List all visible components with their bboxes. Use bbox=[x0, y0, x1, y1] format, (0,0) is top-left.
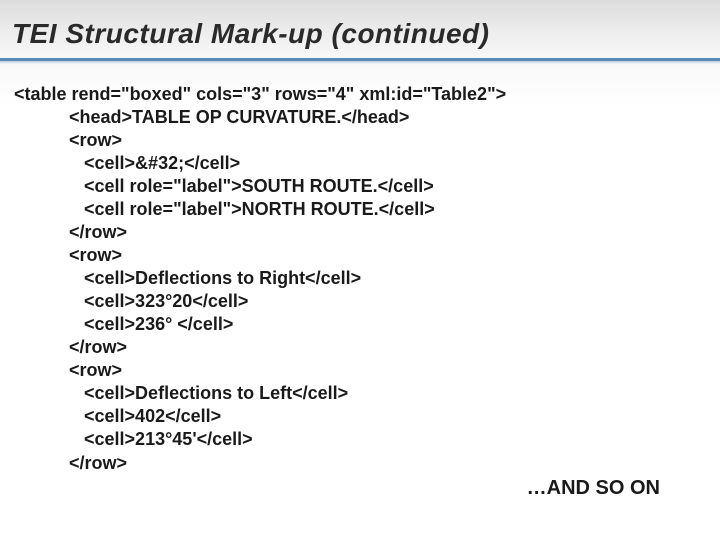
footer-note: …AND SO ON bbox=[14, 477, 700, 500]
slide-content: <table rend="boxed" cols="3" rows="4" xm… bbox=[0, 61, 720, 500]
title-bar: TEI Structural Mark-up (continued) bbox=[0, 0, 720, 61]
code-block: <table rend="boxed" cols="3" rows="4" xm… bbox=[14, 83, 700, 475]
slide: TEI Structural Mark-up (continued) <tabl… bbox=[0, 0, 720, 540]
slide-title: TEI Structural Mark-up (continued) bbox=[12, 18, 720, 50]
